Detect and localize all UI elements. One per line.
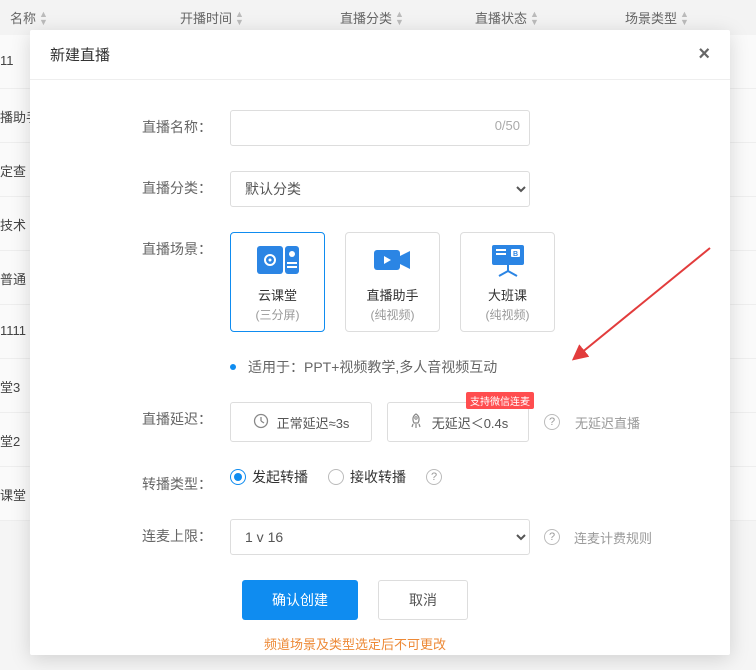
sort-icon: ▲▼ (530, 10, 539, 26)
create-live-modal: 新建直播 × 直播名称： 0/50 直播分类： 默认分类 直播场景 (30, 30, 730, 655)
mic-help-text: 连麦计费规则 (574, 528, 652, 547)
svg-text:B: B (512, 251, 517, 258)
scene-sub: (纯视频) (371, 306, 415, 323)
scene-sub: (纯视频) (486, 306, 530, 323)
radio-initiate[interactable]: 发起转播 (230, 467, 308, 487)
footer-buttons: 确认创建 取消 (30, 580, 680, 620)
row-delay: 直播延迟： 正常延迟≈3s 支持微信连麦 无延迟＜0.4s (30, 402, 680, 442)
label-live-name: 直播名称： (30, 110, 230, 137)
delay-normal[interactable]: 正常延迟≈3s (230, 402, 372, 442)
scene-cloud-classroom[interactable]: 云课堂 (三分屏) (230, 232, 325, 332)
scene-live-assistant[interactable]: 直播助手 (纯视频) (345, 232, 440, 332)
clock-icon (253, 413, 269, 432)
sort-icon: ▲▼ (680, 10, 689, 26)
row-rebroadcast: 转播类型： 发起转播 接收转播 ? (30, 467, 680, 494)
modal-body: 直播名称： 0/50 直播分类： 默认分类 直播场景： (30, 80, 730, 653)
label-mic-limit: 连麦上限： (30, 519, 230, 546)
confirm-button[interactable]: 确认创建 (242, 580, 358, 620)
radio-receive[interactable]: 接收转播 (328, 467, 406, 487)
video-camera-icon (372, 243, 414, 277)
scene-description: 适用于：PPT+视频教学,多人音视频互动 (230, 357, 680, 377)
input-live-name[interactable] (230, 110, 530, 146)
delay-none[interactable]: 支持微信连麦 无延迟＜0.4s (387, 402, 529, 442)
label-scene: 直播场景： (30, 232, 230, 259)
close-icon[interactable]: × (698, 43, 710, 66)
row-scene: 直播场景： 云课堂 (三分屏) 直播助手 (30, 232, 680, 332)
sort-icon: ▲▼ (395, 10, 404, 26)
scene-title: 直播助手 (366, 285, 418, 304)
cancel-button[interactable]: 取消 (378, 580, 468, 620)
radio-icon (230, 469, 246, 485)
modal-title: 新建直播 (50, 44, 110, 65)
scene-big-class[interactable]: B 大班课 (纯视频) (460, 232, 555, 332)
bullet-icon (230, 364, 236, 370)
scene-title: 大班课 (488, 285, 527, 304)
select-mic-limit[interactable]: 1 v 16 (230, 519, 530, 555)
radio-icon (328, 469, 344, 485)
label-delay: 直播延迟： (30, 402, 230, 429)
label-category: 直播分类： (30, 171, 230, 198)
row-mic-limit: 连麦上限： 1 v 16 ? 连麦计费规则 (30, 519, 680, 555)
help-icon[interactable]: ? (544, 414, 560, 430)
col-status[interactable]: 直播状态▲▼ (475, 8, 625, 27)
rocket-icon (408, 413, 424, 432)
row-live-name: 直播名称： 0/50 (30, 110, 680, 146)
col-category[interactable]: 直播分类▲▼ (340, 8, 475, 27)
cloud-classroom-icon (257, 243, 299, 277)
presentation-icon: B (487, 243, 529, 277)
modal-header: 新建直播 × (30, 30, 730, 80)
col-scene-type[interactable]: 场景类型▲▼ (625, 8, 745, 27)
sort-icon: ▲▼ (39, 10, 48, 26)
select-category[interactable]: 默认分类 (230, 171, 530, 207)
scene-title: 云课堂 (258, 285, 297, 304)
col-start-time[interactable]: 开播时间▲▼ (180, 8, 340, 27)
help-icon[interactable]: ? (544, 529, 560, 545)
warning-text: 频道场景及类型选定后不可更改 (30, 634, 680, 653)
label-rebroadcast: 转播类型： (30, 467, 230, 494)
scene-sub: (三分屏) (256, 306, 300, 323)
char-count: 0/50 (495, 118, 520, 133)
wechat-badge: 支持微信连麦 (466, 392, 534, 409)
col-name[interactable]: 名称▲▼ (10, 8, 180, 27)
delay-help-text: 无延迟直播 (575, 413, 640, 432)
row-category: 直播分类： 默认分类 (30, 171, 680, 207)
sort-icon: ▲▼ (235, 10, 244, 26)
help-icon[interactable]: ? (426, 469, 442, 485)
